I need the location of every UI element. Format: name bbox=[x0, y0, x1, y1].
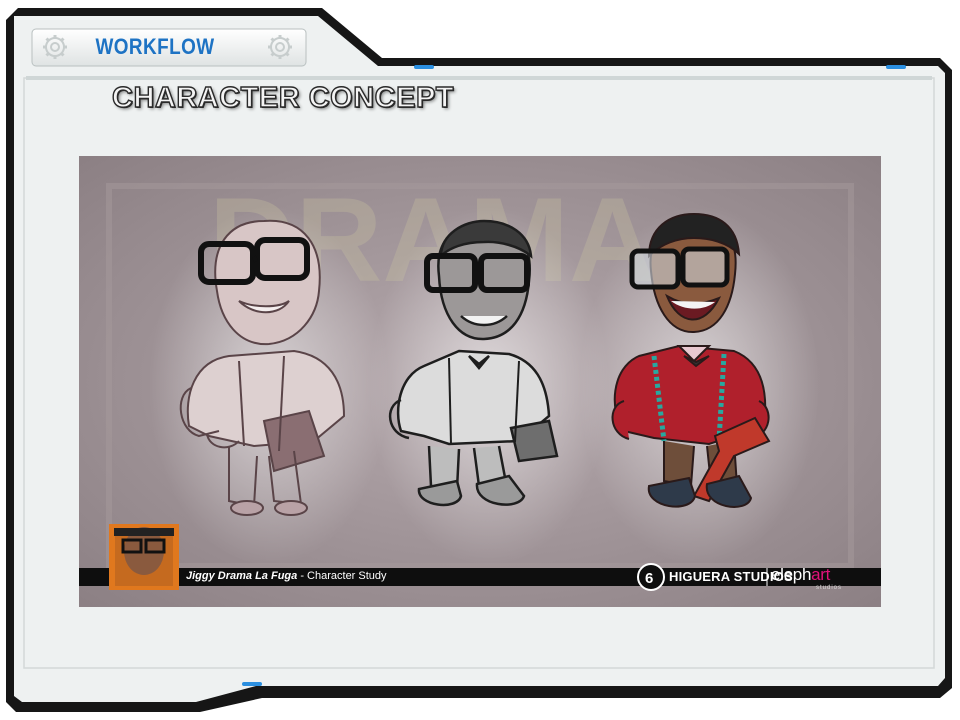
svg-text:6: 6 bbox=[645, 570, 653, 587]
workflow-tab-label: WORKFLOW bbox=[95, 34, 215, 59]
brand-part-2: art bbox=[811, 565, 831, 584]
brand-part-1: eleph bbox=[771, 565, 812, 584]
page-title: CHARACTER CONCEPT bbox=[111, 81, 454, 114]
caption-separator: - bbox=[297, 570, 308, 582]
studio-brand-sub: studios bbox=[816, 585, 843, 591]
studio-brand-elephart: elephart bbox=[771, 565, 830, 585]
character-name: Jiggy Drama La Fuga bbox=[186, 570, 298, 582]
caption-subtitle: Character Study bbox=[307, 570, 387, 582]
avatar bbox=[109, 524, 179, 590]
character-concept-artwork: DRAMA bbox=[79, 156, 881, 607]
logo-icon: 6 bbox=[637, 563, 665, 591]
artwork-caption: Jiggy Drama La Fuga - Character Study bbox=[186, 570, 387, 582]
